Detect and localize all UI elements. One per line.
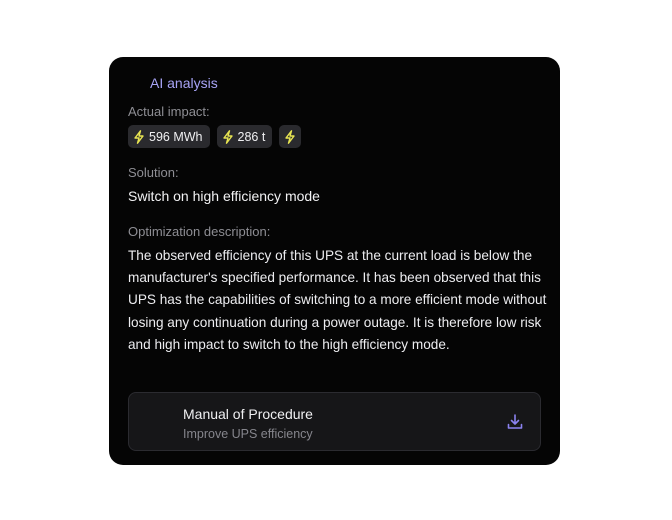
optimization-label: Optimization description: <box>128 224 271 239</box>
impact-chip-energy: 596 MWh <box>128 125 210 148</box>
solution-text: Switch on high efficiency mode <box>128 188 320 204</box>
impact-chip-emissions: 286 t <box>216 125 273 148</box>
ai-analysis-card: AI analysis Actual impact: 596 MWh 286 t… <box>109 57 560 465</box>
solution-label: Solution: <box>128 165 179 180</box>
manual-subtitle: Improve UPS efficiency <box>183 427 313 441</box>
impact-label: Actual impact: <box>128 104 210 119</box>
impact-energy-value: 596 MWh <box>149 129 203 144</box>
manual-title: Manual of Procedure <box>183 406 313 422</box>
manual-of-procedure-item[interactable]: Manual of Procedure Improve UPS efficien… <box>128 392 541 451</box>
impact-emissions-value: 286 t <box>237 129 266 144</box>
card-title: AI analysis <box>150 75 218 91</box>
impact-chips: 596 MWh 286 t <box>128 125 302 148</box>
impact-chip-extra <box>279 125 302 148</box>
optimization-description: The observed efficiency of this UPS at t… <box>128 248 547 352</box>
download-icon[interactable] <box>506 413 524 431</box>
lightning-bolt-icon <box>285 129 296 144</box>
lightning-bolt-icon <box>134 129 144 144</box>
lightning-bolt-icon <box>222 129 233 144</box>
